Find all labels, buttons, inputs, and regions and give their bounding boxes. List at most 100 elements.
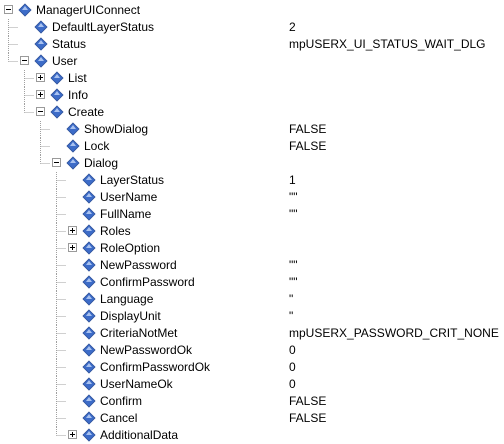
tree-row-confirmpasswordok[interactable]: ConfirmPasswordOk 0 [0,359,504,376]
diamond-icon [82,241,96,255]
node-value: mpUSERX_PASSWORD_CRIT_NONE [289,326,499,340]
node-label: UserNameOk [100,377,173,391]
node-label: RoleOption [100,241,161,255]
node-value: " [289,309,294,323]
diamond-icon [18,3,32,17]
node-label: ConfirmPasswordOk [100,360,211,374]
diamond-icon [82,292,96,306]
diamond-icon [82,258,96,272]
diamond-icon [82,394,96,408]
node-label: Roles [100,224,131,238]
tree-row-username[interactable]: UserName "" [0,189,504,206]
node-label: DefaultLayerStatus [52,20,155,34]
node-label: List [68,71,87,85]
diamond-icon [82,309,96,323]
tree-row-usernameok[interactable]: UserNameOk 0 [0,376,504,393]
node-label: UserName [100,190,158,204]
diamond-icon [82,173,96,187]
tree-row-newpasswordok[interactable]: NewPasswordOk 0 [0,342,504,359]
diamond-icon [50,105,64,119]
tree-row-newpassword[interactable]: NewPassword "" [0,257,504,274]
diamond-icon [82,343,96,357]
node-value: mpUSERX_UI_STATUS_WAIT_DLG [289,37,486,51]
tree-row-criterianotmet[interactable]: CriteriaNotMet mpUSERX_PASSWORD_CRIT_NONE [0,325,504,342]
minus-box-icon[interactable] [4,5,13,14]
node-label: AdditionalData [100,428,179,442]
node-value: FALSE [289,411,327,425]
variable-tree: ManagerUIConnect DefaultLayerStatus 2 Statu… [0,0,504,444]
node-label: FullName [100,207,152,221]
diamond-icon [82,190,96,204]
node-label: LayerStatus [100,173,165,187]
tree-row-fullname[interactable]: FullName "" [0,206,504,223]
plus-box-icon[interactable] [68,243,77,252]
node-value: 1 [289,173,296,187]
minus-box-icon[interactable] [52,158,61,167]
node-label: User [52,54,78,68]
node-value: "" [289,258,298,272]
diamond-icon [82,411,96,425]
node-label: ConfirmPassword [100,275,195,289]
diamond-icon [66,156,80,170]
node-value: 0 [289,377,296,391]
tree-row-status[interactable]: Status mpUSERX_UI_STATUS_WAIT_DLG [0,36,504,53]
tree-row-list[interactable]: List [0,70,504,87]
node-label: NewPassword [100,258,177,272]
plus-box-icon[interactable] [36,73,45,82]
node-label: Lock [84,139,110,153]
node-label: ManagerUIConnect [36,3,141,17]
node-value: 0 [289,360,296,374]
tree-row-lock[interactable]: Lock FALSE [0,138,504,155]
diamond-icon [82,377,96,391]
node-value: 0 [289,343,296,357]
diamond-icon [82,275,96,289]
minus-box-icon[interactable] [20,56,29,65]
diamond-icon [82,428,96,442]
node-value: "" [289,207,298,221]
tree-row-cancel[interactable]: Cancel FALSE [0,410,504,427]
plus-box-icon[interactable] [36,90,45,99]
node-value: 2 [289,20,296,34]
node-label: Language [100,292,154,306]
plus-box-icon[interactable] [68,226,77,235]
diamond-icon [34,20,48,34]
node-label: Cancel [100,411,138,425]
tree-row-create[interactable]: Create [0,104,504,121]
node-label: Status [52,37,87,51]
tree-row-user[interactable]: User [0,53,504,70]
minus-box-icon[interactable] [36,107,45,116]
tree-row-confirm[interactable]: Confirm FALSE [0,393,504,410]
node-label: CriteriaNotMet [100,326,178,340]
tree-row-layerstatus[interactable]: LayerStatus 1 [0,172,504,189]
node-value: " [289,292,294,306]
tree-row-additionaldata[interactable]: AdditionalData [0,427,504,444]
diamond-icon [82,326,96,340]
diamond-icon [66,122,80,136]
node-label: Info [68,88,89,102]
tree-row-roleoption[interactable]: RoleOption [0,240,504,257]
node-label: Confirm [100,394,143,408]
tree-row-showdialog[interactable]: ShowDialog FALSE [0,121,504,138]
tree-row-roles[interactable]: Roles [0,223,504,240]
node-value: "" [289,190,298,204]
plus-box-icon[interactable] [68,430,77,439]
diamond-icon [50,71,64,85]
tree-row-defaultlayerstatus[interactable]: DefaultLayerStatus 2 [0,19,504,36]
node-value: "" [289,275,298,289]
tree-row-info[interactable]: Info [0,87,504,104]
node-label: DisplayUnit [100,309,161,323]
node-label: Dialog [84,156,119,170]
tree-row-displayunit[interactable]: DisplayUnit " [0,308,504,325]
diamond-icon [50,88,64,102]
tree-row-manageruiconnect[interactable]: ManagerUIConnect [0,2,504,19]
tree-row-language[interactable]: Language " [0,291,504,308]
node-value: FALSE [289,394,327,408]
tree-row-dialog[interactable]: Dialog [0,155,504,172]
diamond-icon [34,54,48,68]
diamond-icon [34,37,48,51]
diamond-icon [82,207,96,221]
node-value: FALSE [289,122,327,136]
node-value: FALSE [289,139,327,153]
diamond-icon [66,139,80,153]
tree-row-confirmpassword[interactable]: ConfirmPassword "" [0,274,504,291]
